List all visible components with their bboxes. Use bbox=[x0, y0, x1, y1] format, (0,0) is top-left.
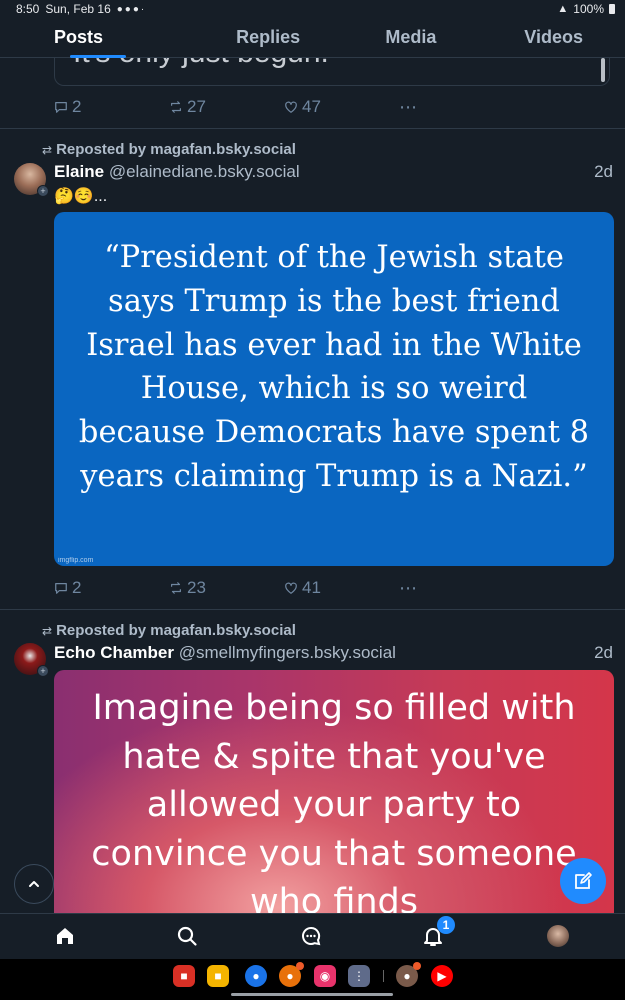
battery-label: 100% bbox=[573, 2, 604, 16]
repost-label[interactable]: ⇄ Reposted by magafan.bsky.social bbox=[42, 622, 296, 639]
like-icon bbox=[285, 101, 297, 113]
reply-icon bbox=[55, 102, 67, 113]
repost-button[interactable]: 27 bbox=[169, 97, 284, 117]
previous-embed-text: It's only just begun. bbox=[73, 58, 329, 70]
tab-replies[interactable]: Replies bbox=[197, 18, 340, 57]
author-handle: @elainediane.bsky.social bbox=[108, 162, 300, 181]
like-count: 47 bbox=[302, 97, 321, 116]
reply-button[interactable]: 2 bbox=[54, 97, 169, 117]
repost-icon bbox=[171, 101, 181, 113]
avatar[interactable]: + bbox=[14, 163, 49, 197]
scroll-to-top-button[interactable] bbox=[14, 864, 54, 904]
reply-button[interactable]: 2 bbox=[54, 578, 169, 598]
post-text: 🤔☺️... bbox=[54, 188, 108, 205]
post-divider bbox=[0, 128, 625, 129]
bottom-nav: 1 bbox=[0, 913, 625, 959]
post-time[interactable]: 2d bbox=[594, 162, 613, 182]
app-badge bbox=[296, 962, 304, 970]
repost-small-icon: ⇄ bbox=[42, 142, 53, 157]
like-button[interactable]: 41 bbox=[284, 578, 399, 598]
app-icon-recent[interactable]: ● bbox=[396, 962, 421, 987]
profile-tabs: Posts Replies Media Videos bbox=[0, 18, 625, 58]
gesture-home-bar[interactable] bbox=[231, 993, 393, 996]
repost-small-icon: ⇄ bbox=[42, 623, 53, 638]
previous-post-actions: 2 27 47 ⋯ bbox=[54, 96, 514, 118]
follow-plus-icon[interactable]: + bbox=[37, 185, 49, 197]
search-icon bbox=[177, 926, 197, 946]
post-image[interactable]: “President of the Jewish state says Trum… bbox=[54, 212, 614, 566]
repost-count: 27 bbox=[187, 97, 206, 116]
wifi-icon: ▲ bbox=[557, 3, 569, 15]
previous-post-embed[interactable]: It's only just begun. bbox=[54, 58, 610, 86]
home-icon bbox=[57, 928, 73, 944]
post-author[interactable]: Elaine @elainediane.bsky.social bbox=[54, 162, 300, 182]
post-image[interactable]: Imagine being so filled with hate & spit… bbox=[54, 670, 614, 920]
avatar[interactable]: + bbox=[14, 643, 49, 677]
status-bar: 8:50 Sun, Feb 16 ●●●· ▲ 100% bbox=[0, 0, 625, 18]
more-icon: ⋯ bbox=[399, 577, 418, 598]
image-watermark: imgflip.com bbox=[58, 557, 94, 564]
post-divider bbox=[0, 609, 625, 610]
chevron-up-icon bbox=[29, 881, 39, 887]
profile-avatar bbox=[547, 925, 569, 947]
author-name: Elaine bbox=[54, 162, 105, 181]
tab-media[interactable]: Media bbox=[340, 18, 483, 57]
repost-icon bbox=[171, 582, 181, 594]
compose-button[interactable] bbox=[560, 858, 606, 904]
app-icon-youtube[interactable]: ▶ bbox=[431, 965, 453, 987]
author-handle: @smellmyfingers.bsky.social bbox=[178, 643, 396, 662]
status-date: Sun, Feb 16 bbox=[45, 2, 111, 16]
nav-profile[interactable] bbox=[546, 924, 570, 948]
like-icon bbox=[285, 582, 297, 594]
status-time: 8:50 bbox=[16, 2, 40, 16]
reply-count: 2 bbox=[72, 578, 82, 597]
post-time[interactable]: 2d bbox=[594, 643, 613, 663]
notification-badge: 1 bbox=[437, 916, 455, 934]
tab-videos[interactable]: Videos bbox=[482, 18, 625, 57]
like-count: 41 bbox=[302, 578, 321, 597]
nav-search[interactable] bbox=[175, 924, 199, 948]
repost-count: 23 bbox=[187, 578, 206, 597]
repost-label-text: Reposted by magafan.bsky.social bbox=[56, 622, 296, 639]
embed-scrollbar bbox=[601, 58, 605, 82]
repost-label-text: Reposted by magafan.bsky.social bbox=[56, 141, 296, 158]
post-image-text: Imagine being so filled with hate & spit… bbox=[91, 688, 577, 920]
app-icon-camera[interactable]: ◉ bbox=[314, 965, 336, 987]
notification-icons: ●●●· bbox=[116, 3, 147, 15]
compose-icon bbox=[575, 872, 592, 889]
nav-notifications[interactable]: 1 bbox=[421, 916, 455, 948]
app-icon-flipboard[interactable]: ■ bbox=[173, 965, 195, 987]
more-button[interactable]: ⋯ bbox=[399, 97, 514, 118]
chat-icon bbox=[302, 926, 321, 946]
app-badge bbox=[413, 962, 421, 970]
taskbar-separator bbox=[383, 970, 384, 982]
nav-home[interactable] bbox=[53, 924, 77, 948]
post-image-text: “President of the Jewish state says Trum… bbox=[78, 240, 590, 494]
like-button[interactable]: 47 bbox=[284, 97, 399, 117]
post-author[interactable]: Echo Chamber @smellmyfingers.bsky.social bbox=[54, 643, 396, 663]
app-icon-duckduckgo[interactable]: ● bbox=[279, 962, 304, 987]
more-button[interactable]: ⋯ bbox=[399, 578, 514, 599]
battery-icon bbox=[609, 4, 615, 14]
app-icon-messages[interactable]: ● bbox=[245, 965, 267, 987]
author-name: Echo Chamber bbox=[54, 643, 174, 662]
system-taskbar: ■ ■ ● ● ◉ ⋮ ● ▶ bbox=[0, 959, 625, 1000]
repost-button[interactable]: 23 bbox=[169, 578, 284, 598]
more-icon: ⋯ bbox=[399, 96, 418, 117]
app-drawer-icon[interactable]: ⋮ bbox=[348, 965, 370, 987]
reply-icon bbox=[55, 583, 67, 594]
post-actions: 2 23 41 ⋯ bbox=[54, 577, 514, 599]
tab-posts[interactable]: Posts bbox=[0, 18, 197, 57]
repost-label[interactable]: ⇄ Reposted by magafan.bsky.social bbox=[42, 141, 296, 158]
app-icon-files[interactable]: ■ bbox=[207, 965, 229, 987]
reply-count: 2 bbox=[72, 97, 82, 116]
nav-chat[interactable] bbox=[299, 924, 323, 948]
follow-plus-icon[interactable]: + bbox=[37, 665, 49, 677]
